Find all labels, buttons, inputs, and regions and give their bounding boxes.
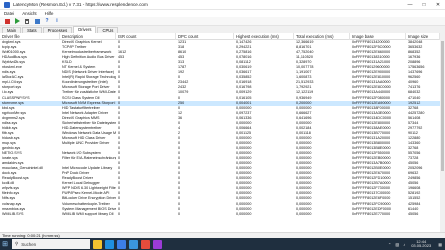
table-cell: 0,000000 bbox=[296, 211, 312, 216]
col-isr-count[interactable]: ISR count bbox=[116, 33, 176, 40]
search-icon: ⚲ bbox=[15, 241, 19, 246]
menu-ansicht[interactable]: Ansicht bbox=[18, 11, 40, 16]
col-description[interactable]: Description bbox=[60, 33, 116, 40]
maximize-button[interactable]: □ bbox=[417, 0, 431, 10]
col-image-size[interactable]: Image size bbox=[406, 33, 440, 40]
table-cell: 45056 bbox=[408, 211, 419, 216]
vertical-scrollbar[interactable] bbox=[440, 33, 445, 232]
search-placeholder: Suchen bbox=[21, 241, 37, 247]
table-cell: 0 bbox=[178, 211, 181, 216]
network-icon[interactable]: ▧ bbox=[393, 242, 401, 247]
col-driver-file[interactable]: Driver file bbox=[0, 33, 60, 40]
clock[interactable]: 12:44 03.05.2023 bbox=[407, 239, 435, 248]
table-cell: WMILIB WMI support library Dll bbox=[62, 211, 114, 216]
trash-icon[interactable] bbox=[23, 18, 31, 25]
mail-icon[interactable] bbox=[129, 239, 138, 249]
col-highest-exec[interactable]: Highest execution (ms) bbox=[234, 33, 294, 40]
info-icon[interactable]: i bbox=[53, 18, 61, 25]
app-icon bbox=[4, 1, 10, 8]
windows-start-icon[interactable]: ⊞ bbox=[0, 238, 10, 250]
taskbar-search[interactable]: ⚲ Suchen bbox=[12, 239, 90, 249]
window-controls: — □ ✕ bbox=[403, 0, 445, 10]
chrome-icon[interactable] bbox=[141, 239, 150, 249]
system-tray: ⌃ ▧ ♪ 12:44 03.05.2023 ▦ bbox=[386, 239, 445, 248]
table-header: Driver file Description ISR count DPC co… bbox=[0, 33, 445, 40]
store-icon[interactable] bbox=[117, 239, 126, 249]
drivers-table: dxgkrnl.sys DirectX Graphics Kernel 0 1231 0… bbox=[0, 40, 440, 232]
notifications-icon[interactable]: ▦ bbox=[435, 242, 445, 247]
chevron-up-icon[interactable]: ⌃ bbox=[386, 242, 393, 247]
menu-hilfe[interactable]: Hilfe bbox=[41, 11, 58, 16]
stop-icon[interactable] bbox=[3, 18, 11, 25]
table-cell: WMILIB.SYS bbox=[2, 211, 24, 216]
close-button[interactable]: ✕ bbox=[431, 0, 445, 10]
menu-datei[interactable]: Datei bbox=[0, 11, 18, 16]
tab-drivers[interactable]: Drivers bbox=[73, 26, 97, 33]
help-icon[interactable]: ? bbox=[43, 18, 51, 25]
col-image-base[interactable]: Image base bbox=[350, 33, 406, 40]
window-title: LatencyMon (Resmon.Ed.) v 7.31 - https:/… bbox=[13, 2, 148, 7]
play-icon[interactable] bbox=[13, 18, 21, 25]
explorer-icon[interactable] bbox=[93, 239, 102, 249]
scrollbar-thumb[interactable] bbox=[441, 41, 444, 171]
table-cell: 0xFFFFF8012E770000 bbox=[352, 211, 391, 216]
pinned-apps bbox=[90, 239, 162, 249]
menu-bar: Datei Ansicht Hilfe bbox=[0, 10, 445, 17]
col-total-exec[interactable]: Total execution (ms) bbox=[294, 33, 350, 40]
edge-icon[interactable] bbox=[105, 239, 114, 249]
taskbar: ⊞ ⚲ Suchen ⌃ ▧ ♪ 12:44 03.05.2023 ▦ bbox=[0, 238, 445, 250]
latencymon-icon[interactable] bbox=[153, 239, 162, 249]
clock-date: 03.05.2023 bbox=[411, 243, 432, 248]
table-cell: 0 bbox=[118, 211, 121, 216]
table-row[interactable]: WMILIB.SYS WMILIB WMI support library Dll… bbox=[0, 212, 440, 217]
export-icon[interactable] bbox=[33, 18, 41, 25]
table-cell: 0,000000 bbox=[236, 211, 252, 216]
minimize-button[interactable]: — bbox=[403, 0, 417, 10]
toolbar: ? i bbox=[0, 17, 445, 26]
col-dpc-count[interactable]: DPC count bbox=[176, 33, 234, 40]
title-bar: LatencyMon (Resmon.Ed.) v 7.31 - https:/… bbox=[0, 0, 445, 10]
tab-strip: Main Stats Processes Drivers CPUs bbox=[0, 26, 445, 33]
